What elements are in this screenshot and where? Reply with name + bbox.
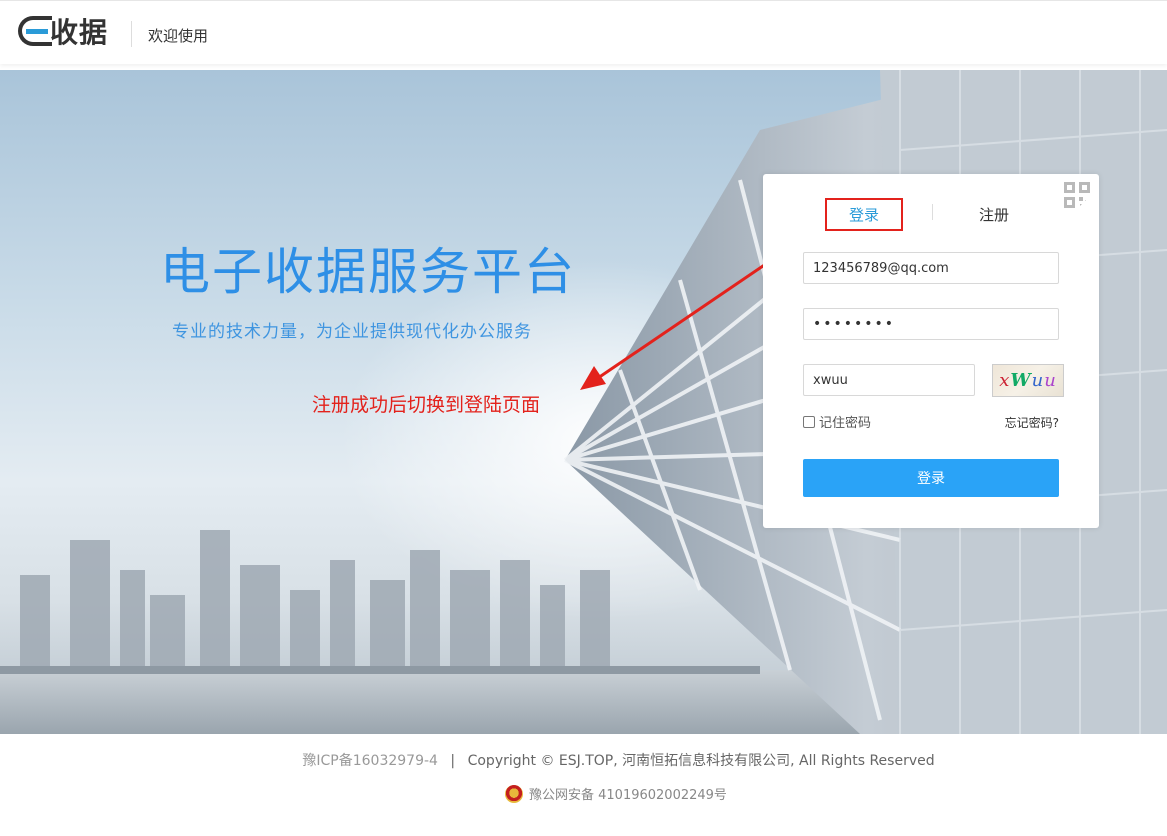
police-badge-icon	[505, 784, 523, 803]
email-field[interactable]: 123456789@qq.com	[803, 252, 1059, 284]
remember-label: 记住密码	[819, 416, 872, 431]
captcha-char: u	[1044, 370, 1057, 391]
login-panel: 登录 注册 123456789@qq.com •••••••• xwuu x W…	[763, 174, 1099, 528]
tab-login[interactable]: 登录	[825, 198, 903, 231]
captcha-char: W	[1010, 370, 1032, 391]
header-divider	[131, 21, 132, 47]
tab-divider	[932, 204, 933, 220]
logo-text: 收据	[50, 16, 109, 49]
captcha-field[interactable]: xwuu	[803, 364, 975, 396]
remember-checkbox[interactable]	[803, 415, 815, 428]
footer-copyright: 豫ICP备16032979-4 | Copyright © ESJ.TOP, 河…	[0, 750, 1167, 770]
welcome-text: 欢迎使用	[148, 27, 209, 45]
footer-separator: |	[450, 753, 456, 769]
hero-title: 电子收据服务平台	[160, 243, 576, 301]
password-field[interactable]: ••••••••	[803, 308, 1059, 340]
copyright-text: Copyright © ESJ.TOP, 河南恒拓信息科技有限公司, All R…	[467, 753, 935, 769]
police-record-link[interactable]: 豫公网安备 41019602002249号	[529, 784, 727, 803]
qr-code-glyph	[1064, 182, 1092, 210]
footer-police-record: 豫公网安备 41019602002249号	[505, 784, 727, 803]
captcha-image[interactable]: x W u u	[992, 364, 1064, 397]
icp-record-link[interactable]: 豫ICP备16032979-4	[302, 753, 438, 769]
captcha-char: x	[999, 370, 1011, 391]
annotation-text: 注册成功后切换到登陆页面	[312, 394, 541, 416]
hero-subtitle: 专业的技术力量，为企业提供现代化办公服务	[172, 322, 532, 342]
captcha-char: u	[1031, 370, 1045, 391]
remember-password[interactable]: 记住密码	[803, 412, 871, 431]
logo-e-mark	[18, 16, 52, 46]
top-header: 收据 欢迎使用	[0, 0, 1167, 64]
login-button[interactable]: 登录	[803, 459, 1059, 497]
logo[interactable]: 收据	[18, 13, 108, 49]
forgot-password-link[interactable]: 忘记密码?	[1005, 414, 1059, 431]
tab-register[interactable]: 注册	[979, 204, 1009, 225]
qr-code-icon[interactable]	[1057, 174, 1099, 216]
